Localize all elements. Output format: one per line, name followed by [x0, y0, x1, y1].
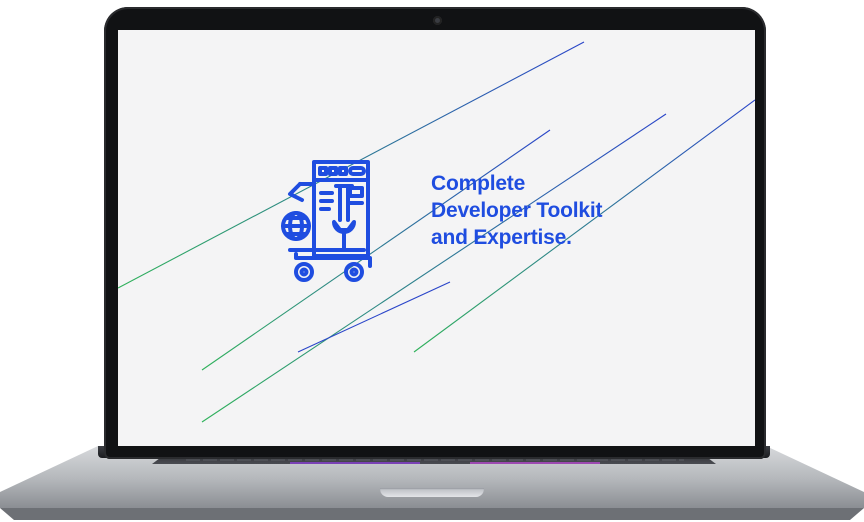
laptop-mockup: Complete Developer Toolkit and Expertise… [0, 0, 864, 522]
headline-line-2: Developer Toolkit [431, 199, 603, 222]
opening-notch [380, 488, 484, 497]
webcam-icon [433, 16, 442, 25]
developer-toolkit-cart-icon [281, 160, 372, 282]
headline-line-1: Complete [431, 172, 526, 195]
laptop-screen: Complete Developer Toolkit and Expertise… [118, 30, 755, 446]
headline: Complete Developer Toolkit and Expertise… [431, 170, 602, 251]
headline-line-3: and Expertise. [431, 226, 572, 249]
